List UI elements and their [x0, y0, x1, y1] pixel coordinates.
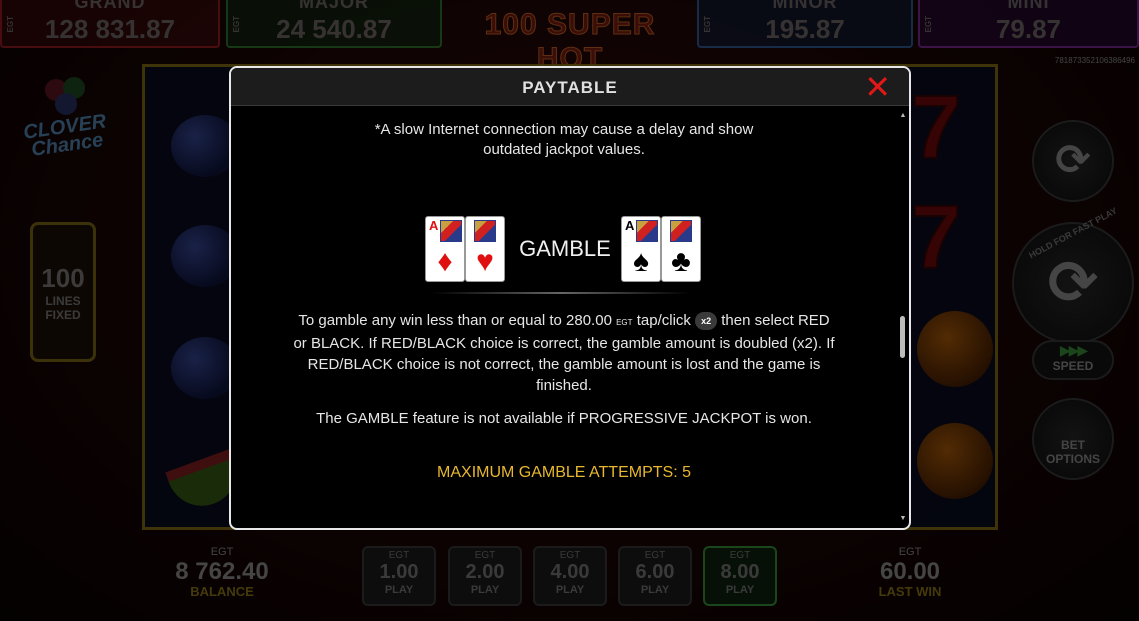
card-face-icon: [670, 220, 692, 242]
scroll-down-icon[interactable]: ▼: [899, 515, 907, 522]
black-cards-icon: A ♠ ♣: [621, 216, 703, 284]
card-face-icon: [474, 220, 496, 242]
x2-button-icon: x2: [695, 312, 718, 331]
gamble-rules-part-b: tap/click: [636, 312, 691, 329]
red-cards-icon: A ♦ ♥: [425, 216, 507, 284]
connection-note-line2: outdated jackpot values.: [483, 141, 645, 158]
card-rank: A: [625, 218, 635, 233]
club-icon: ♣: [671, 245, 691, 278]
diamond-card: A ♦: [425, 216, 465, 282]
max-gamble-attempts: MAXIMUM GAMBLE ATTEMPTS: 5: [437, 464, 691, 481]
connection-note: *A slow Internet connection may cause a …: [231, 120, 897, 160]
scroll-up-icon[interactable]: ▲: [899, 112, 907, 119]
diamond-icon: ♦: [437, 245, 453, 278]
scrollbar-thumb[interactable]: [900, 316, 905, 358]
heart-card: ♥: [465, 216, 505, 282]
card-face-icon: [440, 220, 462, 242]
paytable-modal: PAYTABLE ✕ *A slow Internet connection m…: [229, 66, 911, 530]
scrollbar[interactable]: ▲ ▼: [899, 108, 907, 524]
gamble-rules-text: To gamble any win less than or equal to …: [291, 310, 837, 396]
gamble-label: GAMBLE: [519, 236, 611, 261]
gamble-header: A ♦ ♥ GAMBLE A ♠ ♣: [231, 216, 897, 286]
modal-header: PAYTABLE ✕: [231, 68, 909, 106]
club-card: ♣: [661, 216, 701, 282]
card-face-icon: [636, 220, 658, 242]
connection-note-line1: *A slow Internet connection may cause a …: [374, 121, 754, 138]
gamble-max-currency: EGT: [616, 318, 633, 327]
spade-card: A ♠: [621, 216, 661, 282]
divider: [431, 292, 691, 294]
progressive-jackpot-note: The GAMBLE feature is not available if P…: [316, 410, 812, 427]
heart-icon: ♥: [476, 245, 494, 278]
gamble-rules-part-a: To gamble any win less than or equal to: [298, 312, 562, 329]
close-icon[interactable]: ✕: [864, 71, 891, 103]
spade-icon: ♠: [633, 245, 649, 278]
gamble-max-amount: 280.00: [566, 312, 612, 329]
modal-title: PAYTABLE: [522, 78, 618, 97]
card-rank: A: [429, 218, 439, 233]
